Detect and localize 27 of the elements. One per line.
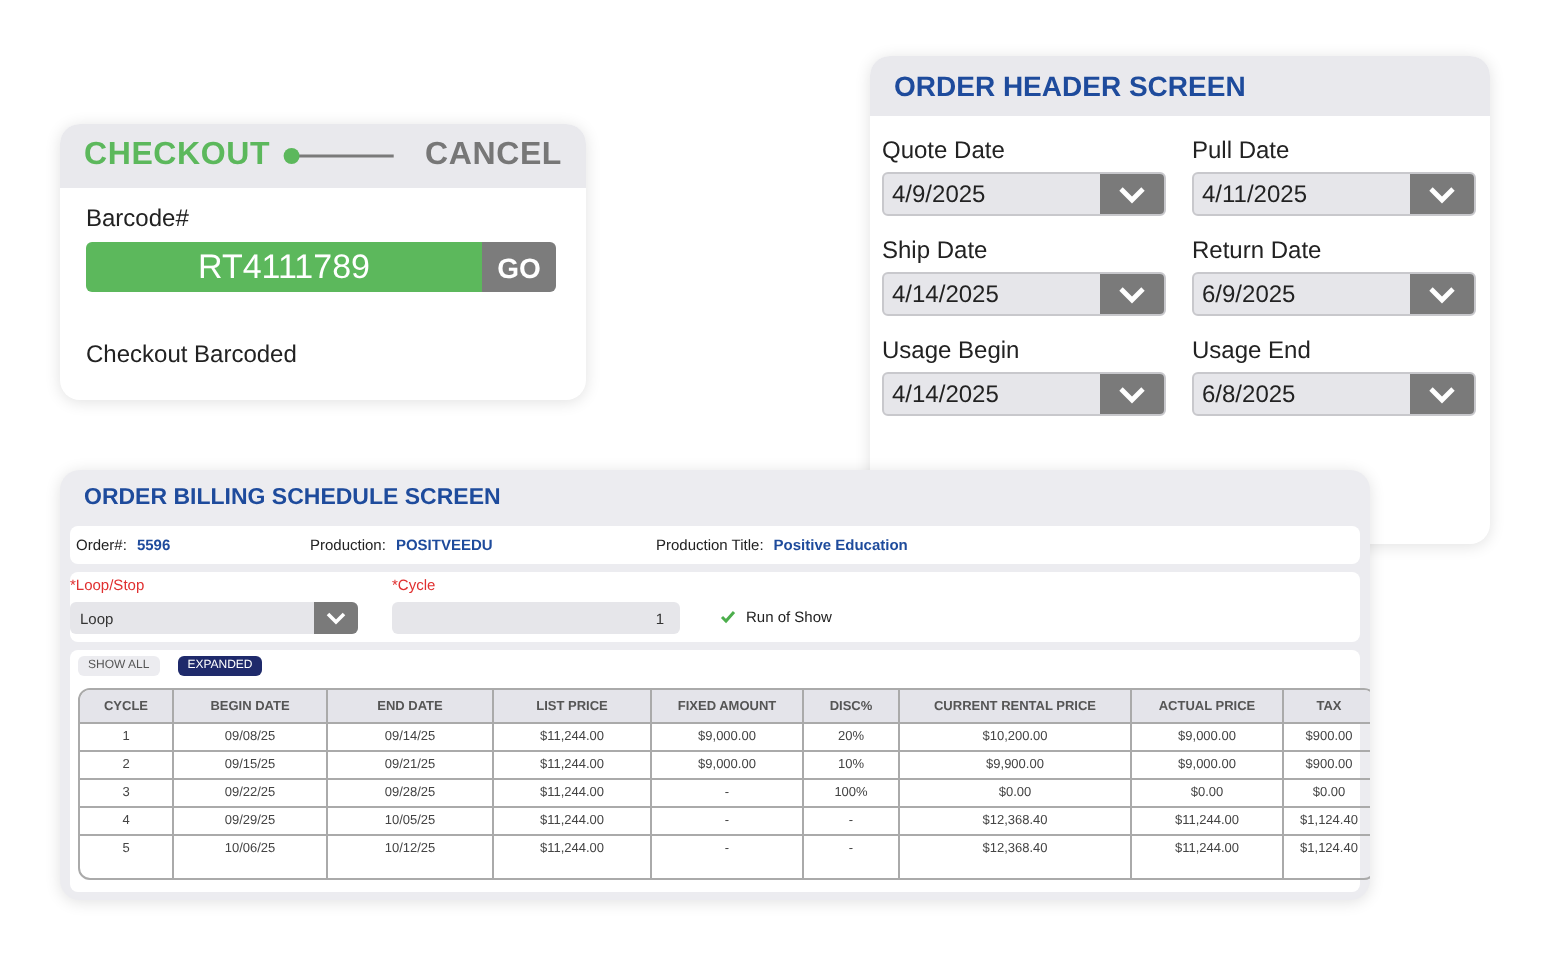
status-text: Checkout Barcoded [86, 340, 297, 368]
chevron-down-icon [1428, 385, 1456, 403]
chevron-down-icon [1118, 285, 1146, 303]
date-dropdown[interactable]: 4/14/2025 [882, 372, 1166, 416]
barcode-label: Barcode# [86, 204, 189, 232]
chevron-down-icon [1428, 185, 1456, 203]
go-button[interactable]: GO [482, 242, 556, 292]
chevron-down-icon [326, 611, 346, 625]
chevron-down-icon [1118, 385, 1146, 403]
card-title: ORDER HEADER SCREEN [894, 70, 1246, 102]
card-title: ORDER BILLING SCHEDULE SCREEN [84, 486, 501, 510]
checkbox[interactable] [720, 609, 736, 625]
field-label: Usage Begin [882, 336, 1020, 364]
date-dropdown[interactable]: 4/11/2025 [1192, 172, 1476, 216]
chevron-down-icon [1428, 285, 1456, 303]
date-dropdown[interactable]: 6/8/2025 [1192, 372, 1476, 416]
mode-option[interactable]: CANCEL [425, 138, 562, 174]
date-dropdown[interactable]: 4/9/2025 [882, 172, 1166, 216]
chevron-down-icon [1118, 185, 1146, 203]
field-label: Ship Date [882, 236, 988, 264]
toggle-switch[interactable] [282, 144, 398, 168]
field-label: Quote Date [882, 136, 1005, 164]
field-label: Return Date [1192, 236, 1322, 264]
date-dropdown[interactable]: 6/9/2025 [1192, 272, 1476, 316]
field-label: Pull Date [1192, 136, 1290, 164]
field-label: Usage End [1192, 336, 1311, 364]
date-dropdown[interactable]: 4/14/2025 [882, 272, 1166, 316]
